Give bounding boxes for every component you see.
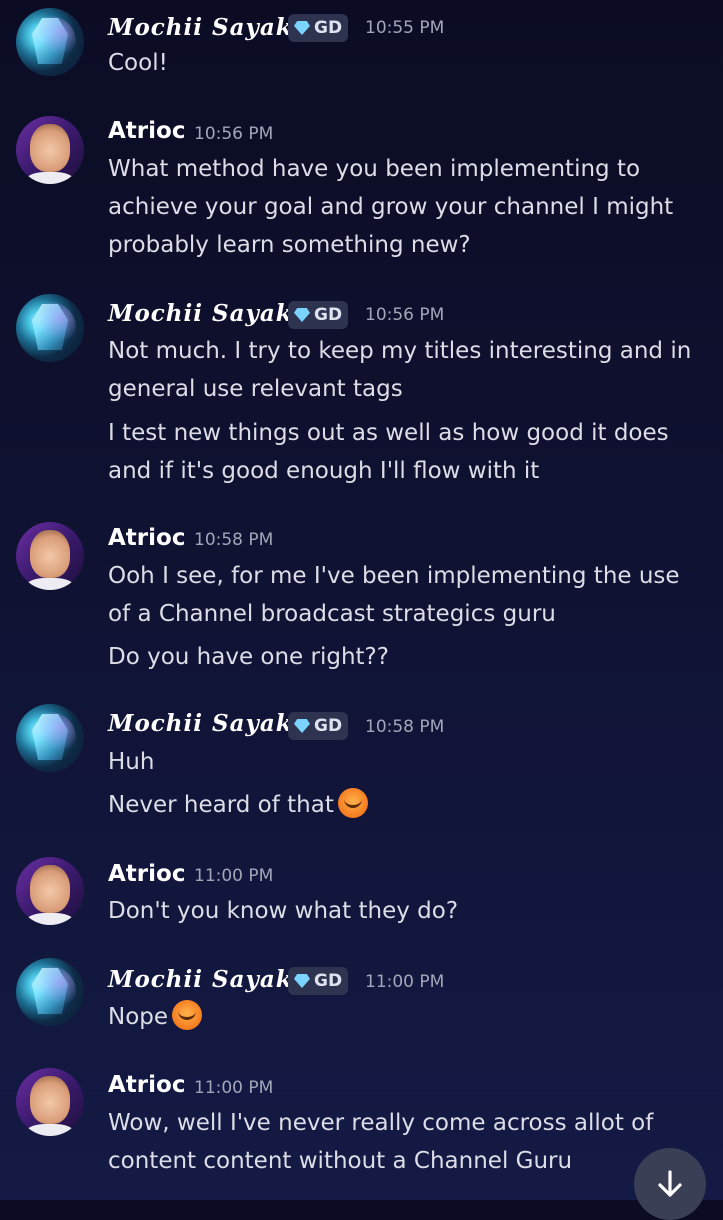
avatar[interactable]: [16, 704, 84, 772]
arrow-down-icon: [658, 1170, 682, 1197]
gem-icon: [294, 719, 310, 733]
sweat-smile-emoji: [172, 1000, 203, 1030]
gem-icon: [294, 308, 310, 322]
message-text: Cool!: [108, 50, 168, 76]
message-text: Wow, well I've never really come across …: [108, 1110, 654, 1174]
message-text-content: Never heard of that: [108, 792, 334, 818]
timestamp: 10:55 PM: [365, 18, 445, 38]
avatar[interactable]: [16, 522, 84, 590]
gem-icon: [294, 21, 310, 35]
scroll-to-bottom-button[interactable]: [634, 1148, 706, 1220]
message-text: What method have you been implementing t…: [108, 156, 674, 258]
author-name[interactable]: Atrioc: [108, 525, 185, 551]
message-text: Do you have one right??: [108, 644, 389, 670]
author-name[interactable]: Mochii Sayaki: [108, 710, 302, 737]
author-name[interactable]: Mochii Sayaki: [108, 14, 302, 41]
guild-tag-badge[interactable]: GD: [288, 967, 349, 995]
guild-tag-badge[interactable]: GD: [288, 14, 349, 42]
avatar[interactable]: [16, 8, 84, 76]
message-text-content: Nope: [108, 1004, 169, 1030]
author-name[interactable]: Atrioc: [108, 118, 185, 144]
message-text: Never heard of that: [108, 786, 708, 824]
timestamp: 10:56 PM: [194, 124, 274, 144]
author-name[interactable]: Atrioc: [108, 861, 185, 887]
badge-label: GD: [314, 305, 343, 325]
message-text: Nope: [108, 998, 708, 1036]
timestamp: 11:00 PM: [194, 1078, 274, 1098]
badge-label: GD: [314, 971, 343, 991]
timestamp: 10:58 PM: [365, 717, 445, 737]
avatar[interactable]: [16, 857, 84, 925]
author-name[interactable]: Mochii Sayaki: [108, 300, 302, 327]
timestamp: 11:00 PM: [194, 866, 274, 886]
author-name[interactable]: Mochii Sayaki: [108, 966, 302, 993]
avatar[interactable]: [16, 116, 84, 184]
guild-tag-badge[interactable]: GD: [288, 712, 349, 740]
guild-tag-badge[interactable]: GD: [288, 301, 349, 329]
message-text: Ooh I see, for me I've been implementing…: [108, 563, 680, 627]
timestamp: 10:56 PM: [365, 305, 445, 325]
message-text: Don't you know what they do?: [108, 898, 459, 924]
timestamp: 11:00 PM: [365, 972, 445, 992]
author-name[interactable]: Atrioc: [108, 1072, 185, 1098]
sweat-smile-emoji: [337, 788, 368, 818]
badge-label: GD: [314, 716, 343, 736]
message-text: Not much. I try to keep my titles intere…: [108, 338, 692, 402]
message-text: Huh: [108, 749, 155, 775]
avatar[interactable]: [16, 1068, 84, 1136]
avatar[interactable]: [16, 958, 84, 1026]
gem-icon: [294, 974, 310, 988]
avatar[interactable]: [16, 294, 84, 362]
badge-label: GD: [314, 18, 343, 38]
message-text: I test new things out as well as how goo…: [108, 420, 669, 484]
timestamp: 10:58 PM: [194, 530, 274, 550]
